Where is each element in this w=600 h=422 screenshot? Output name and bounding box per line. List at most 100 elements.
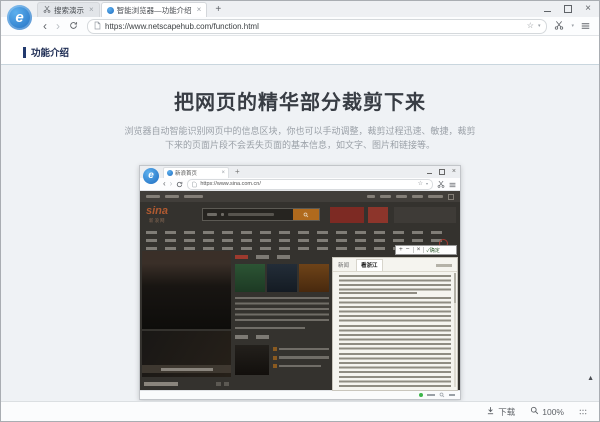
close-button[interactable]: × bbox=[585, 4, 591, 14]
window-controls: × bbox=[544, 4, 591, 14]
inner-close-button: × bbox=[452, 168, 456, 175]
article-paragraph bbox=[339, 275, 451, 291]
inner-window-controls: × bbox=[427, 168, 456, 175]
chevron-down-icon[interactable]: ▾ bbox=[538, 24, 541, 29]
page-icon bbox=[94, 17, 101, 35]
tab-close-icon[interactable]: × bbox=[89, 6, 94, 14]
nav-buttons: ‹ › bbox=[43, 17, 78, 35]
article-tab-zhejiang: 看浙江 bbox=[356, 259, 383, 271]
sina-logo-row: sina 新浪网 bbox=[144, 205, 456, 227]
section-accent-bar bbox=[23, 47, 26, 58]
article-date-placeholder bbox=[436, 264, 452, 267]
url-field[interactable]: https://www.netscapehub.com/function.htm… bbox=[87, 19, 547, 34]
inner-url-field: https://www.sina.com.cn/ ☆ ▾ bbox=[187, 179, 433, 190]
article-paragraph-end bbox=[339, 292, 417, 294]
tab-close-icon[interactable]: × bbox=[197, 6, 202, 14]
url-text: https://www.netscapehub.com/function.htm… bbox=[105, 22, 523, 31]
zoom-level: 100% bbox=[542, 407, 564, 417]
page-description: 浏览器自动智能识别网页中的信息区块，你也可以手动调整，裁剪过程迅速、敏捷，裁剪下… bbox=[121, 124, 479, 152]
page-header: 功能介绍 bbox=[1, 36, 599, 64]
bookmark-star-icon[interactable]: ☆ bbox=[527, 22, 534, 30]
back-to-top-button[interactable]: ▲ bbox=[587, 375, 594, 382]
download-icon bbox=[486, 406, 495, 417]
ranked-list bbox=[273, 347, 329, 373]
inner-url-text: https://www.sina.com.cn/ bbox=[200, 181, 414, 187]
scissors-icon bbox=[43, 5, 51, 15]
news-photo-car bbox=[142, 251, 231, 329]
inner-page-dimmed: sina 新浪网 bbox=[140, 191, 460, 391]
feature-screenshot: e 新浪首页 × + × ‹ › bbox=[139, 165, 461, 400]
article-tab-news: 新闻 bbox=[338, 261, 349, 271]
download-label: 下载 bbox=[498, 406, 515, 418]
ad-banner bbox=[394, 207, 456, 223]
magnifier-icon bbox=[530, 406, 539, 417]
page-headline: 把网页的精华部分裁剪下来 bbox=[1, 86, 599, 115]
inner-favicon-icon bbox=[167, 170, 173, 176]
clip-toolbar: + − × ✓确定 bbox=[395, 245, 457, 255]
status-bar: 下载 100% bbox=[1, 401, 599, 421]
inner-status-bar bbox=[140, 390, 460, 399]
inner-tab-close-icon: × bbox=[221, 170, 225, 176]
hot-products-row bbox=[144, 382, 229, 386]
inner-chevron-down-icon: ▾ bbox=[426, 182, 428, 186]
inner-browser-logo-icon: e bbox=[143, 168, 159, 184]
clip-confirm-button: ✓确定 bbox=[424, 247, 441, 254]
sina-logo: sina bbox=[146, 206, 168, 217]
new-tab-button[interactable]: + bbox=[215, 4, 221, 15]
inner-minimize-button bbox=[427, 173, 432, 174]
ad-banner bbox=[368, 207, 388, 223]
bottom-thumbnail bbox=[235, 345, 269, 375]
news-photo-interior bbox=[142, 331, 231, 377]
photo-caption bbox=[142, 365, 231, 373]
toolbar-icons: ▾ bbox=[554, 17, 590, 35]
mid-column-tabs bbox=[235, 255, 290, 259]
inner-new-tab-button: + bbox=[235, 167, 240, 176]
clip-selection-panel: 新闻 看浙江 bbox=[332, 257, 458, 391]
sina-logo-sub: 新浪网 bbox=[149, 218, 166, 224]
clip-zoom-in-button: + bbox=[396, 247, 406, 254]
mid-text-lines bbox=[235, 297, 329, 323]
menu-icon[interactable] bbox=[581, 22, 590, 30]
maximize-button[interactable] bbox=[564, 5, 572, 13]
clip-cancel-button: × bbox=[414, 247, 424, 254]
inner-back-icon: ‹ bbox=[163, 180, 166, 188]
forward-icon[interactable]: › bbox=[56, 20, 60, 32]
section-title: 功能介绍 bbox=[23, 45, 69, 59]
back-icon[interactable]: ‹ bbox=[43, 20, 47, 32]
tab-function-intro[interactable]: 智能浏览器—功能介绍 × bbox=[101, 2, 208, 17]
tab-label: 搜索演示 bbox=[54, 5, 84, 16]
browser-logo-icon: e bbox=[7, 5, 32, 30]
status-dot-icon bbox=[419, 393, 423, 397]
address-bar: ‹ › https://www.netscapehub.com/function… bbox=[1, 17, 599, 36]
inner-address-bar: ‹ › https://www.sina.com.cn/ ☆ ▾ bbox=[140, 178, 460, 191]
browser-window: e 搜索演示 × 智能浏览器—功能介绍 × + × ‹ › bbox=[0, 0, 600, 422]
nav-grid-icon bbox=[448, 194, 454, 200]
refresh-icon[interactable] bbox=[69, 17, 78, 35]
apps-grid-icon[interactable] bbox=[579, 407, 587, 417]
sina-top-nav bbox=[140, 191, 460, 202]
sina-search-box bbox=[202, 208, 320, 221]
inner-maximize-button bbox=[439, 169, 445, 175]
article-paragraph bbox=[339, 353, 451, 373]
page-content: 把网页的精华部分裁剪下来 浏览器自动智能识别网页中的信息区块，你也可以手动调整，… bbox=[1, 65, 599, 402]
mid-column-tabs-2 bbox=[235, 335, 269, 339]
site-favicon-icon bbox=[107, 7, 114, 14]
article-scrollbar-thumb bbox=[454, 273, 456, 303]
download-button[interactable]: 下载 bbox=[486, 406, 515, 418]
chevron-down-icon[interactable]: ▾ bbox=[571, 24, 574, 29]
tab-search-demo[interactable]: 搜索演示 × bbox=[37, 2, 100, 17]
inner-bookmark-star-icon: ☆ bbox=[418, 181, 423, 187]
section-title-text: 功能介绍 bbox=[31, 45, 69, 59]
ad-banner bbox=[330, 207, 364, 223]
clip-scissors-icon[interactable] bbox=[554, 17, 564, 35]
tab-strip: 搜索演示 × 智能浏览器—功能介绍 × + bbox=[37, 1, 221, 17]
mid-thumbnails bbox=[235, 264, 329, 292]
inner-tab-strip: 新浪首页 × + × bbox=[140, 166, 460, 178]
article-paragraph bbox=[339, 297, 451, 322]
sina-search-button bbox=[293, 209, 319, 220]
zoom-control[interactable]: 100% bbox=[530, 406, 564, 417]
minimize-button[interactable] bbox=[544, 11, 551, 12]
article-paragraph bbox=[339, 376, 451, 388]
article-tabs: 新闻 看浙江 bbox=[333, 258, 457, 272]
clip-zoom-out-button: − bbox=[406, 247, 413, 254]
